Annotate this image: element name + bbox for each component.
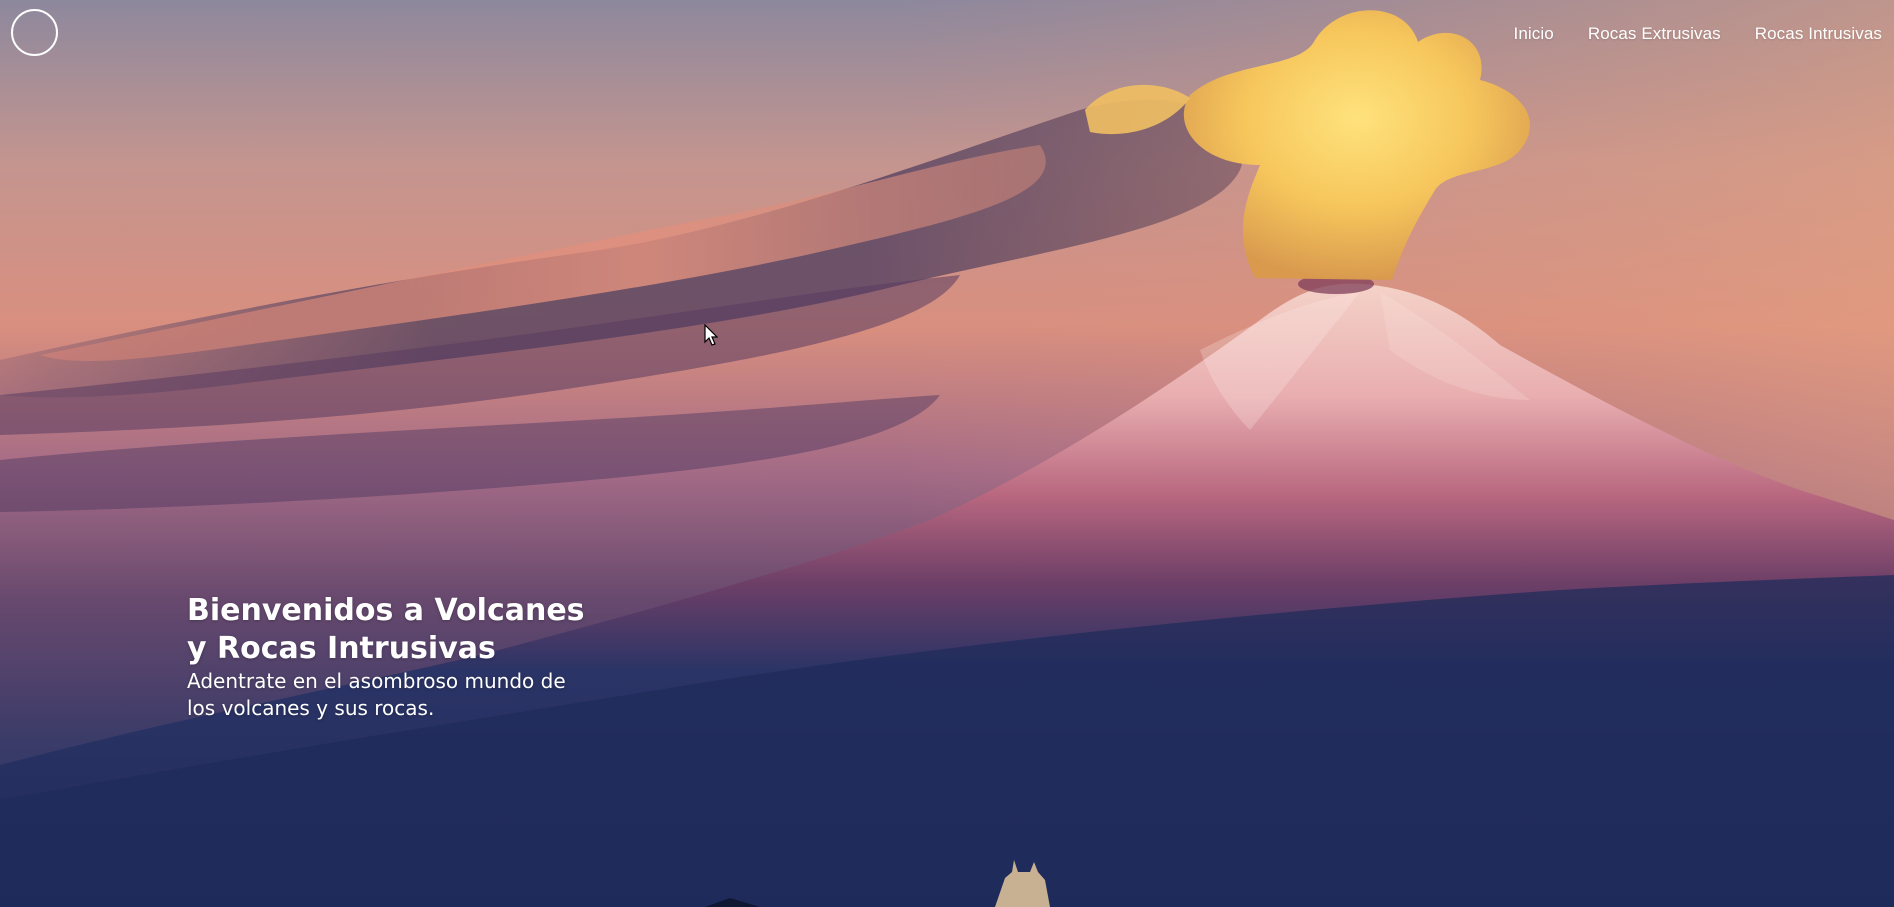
- hero-subtitle: Adentrate en el asombroso mundo de los v…: [187, 669, 566, 720]
- nav-item-rocas-intrusivas: Rocas Intrusivas: [1755, 24, 1882, 44]
- arrow-cursor-icon: [704, 324, 718, 346]
- nav-link-rocas-intrusivas[interactable]: Rocas Intrusivas: [1755, 24, 1882, 43]
- hero-background: [0, 0, 1894, 907]
- nav-item-inicio: Inicio: [1514, 24, 1554, 44]
- nav-links: Inicio Rocas Extrusivas Rocas Intrusivas: [1514, 24, 1882, 44]
- top-navigation: Inicio Rocas Extrusivas Rocas Intrusivas: [0, 0, 1894, 70]
- nav-item-rocas-extrusivas: Rocas Extrusivas: [1588, 24, 1721, 44]
- nav-link-inicio[interactable]: Inicio: [1514, 24, 1554, 43]
- volcano-background-image: [0, 0, 1894, 907]
- nav-link-rocas-extrusivas[interactable]: Rocas Extrusivas: [1588, 24, 1721, 43]
- hero-copy: Bienvenidos a Volcanes y Rocas Intrusiva…: [187, 592, 607, 722]
- hero-title: Bienvenidos a Volcanes y Rocas Intrusiva…: [187, 593, 585, 666]
- circle-logo-icon[interactable]: [11, 9, 58, 56]
